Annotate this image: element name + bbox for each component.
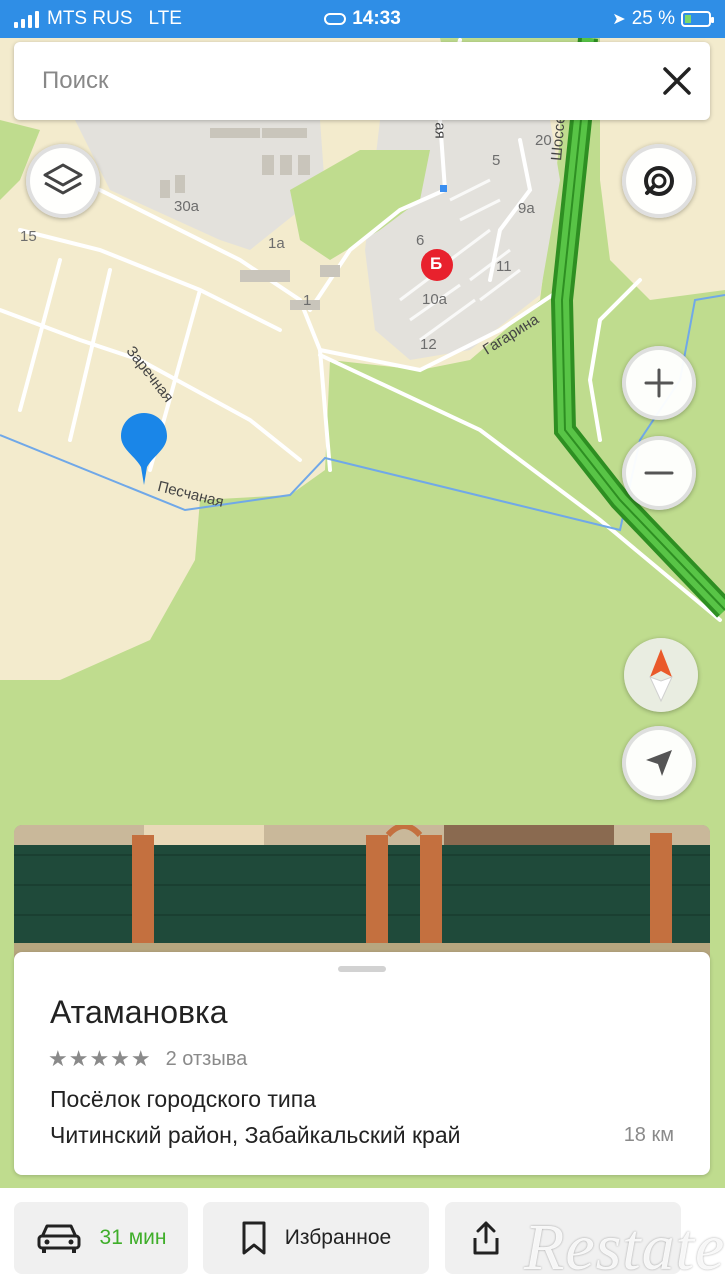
- favorites-button[interactable]: Избранное: [203, 1202, 429, 1274]
- house-number: 12: [420, 336, 437, 353]
- star-rating-icon: ★★★★★: [48, 1046, 152, 1071]
- location-pin-icon[interactable]: [119, 411, 169, 487]
- layers-button[interactable]: [26, 144, 100, 218]
- house-number: 9а: [518, 200, 535, 217]
- place-type: Посёлок городского типа: [50, 1086, 317, 1112]
- place-title: Атамановка: [50, 994, 228, 1030]
- fence-photo-image: [14, 825, 710, 965]
- hotspot-icon: [324, 12, 347, 25]
- car-icon: [37, 1224, 81, 1253]
- place-distance: 18 км: [623, 1124, 674, 1146]
- zoom-in-button[interactable]: [622, 346, 696, 420]
- route-button[interactable]: 31 мин: [14, 1202, 188, 1274]
- place-card[interactable]: Атамановка ★★★★★ 2 отзыва Посёлок городс…: [14, 952, 710, 1175]
- favorites-label: Избранное: [284, 1226, 392, 1249]
- house-number: 11: [496, 258, 512, 275]
- alice-icon: [644, 166, 674, 196]
- house-number: 30а: [174, 198, 200, 215]
- place-photo[interactable]: [14, 825, 710, 965]
- navigation-arrow-icon: [646, 750, 672, 776]
- house-number: 10а: [422, 291, 448, 308]
- search-input[interactable]: [14, 42, 634, 120]
- minus-icon: [644, 471, 674, 475]
- house-number: 1: [303, 292, 312, 309]
- search-bar[interactable]: [14, 42, 710, 120]
- place-region: Читинский район, Забайкальский край: [50, 1122, 461, 1148]
- zoom-out-button[interactable]: [622, 436, 696, 510]
- clock: 14:33: [352, 8, 401, 29]
- alice-voice-button[interactable]: [622, 144, 696, 218]
- house-number: 5: [492, 152, 501, 169]
- status-bar: MTS RUS LTE 14:33 ➤ 25 %: [0, 0, 725, 38]
- rating[interactable]: ★★★★★ 2 отзыва: [48, 1046, 247, 1072]
- battery-percent: 25 %: [631, 8, 675, 29]
- bookmark-icon: [242, 1221, 266, 1255]
- street-label: ая: [431, 122, 449, 139]
- close-icon[interactable]: [660, 64, 694, 98]
- house-number: 15: [20, 228, 37, 245]
- compass-icon: [649, 649, 673, 703]
- house-number: 6: [416, 232, 425, 249]
- layers-icon: [43, 163, 83, 195]
- compass-button[interactable]: [624, 638, 698, 712]
- plus-icon: [644, 368, 674, 398]
- share-icon: [473, 1221, 499, 1255]
- bus-stop-label: Б: [430, 254, 443, 273]
- drag-handle[interactable]: [338, 966, 386, 972]
- house-number: 1а: [268, 235, 285, 252]
- reviews-count[interactable]: 2 отзыва: [166, 1048, 248, 1071]
- route-time: 31 мин: [99, 1226, 167, 1249]
- my-location-button[interactable]: [622, 726, 696, 800]
- location-arrow-icon: ➤: [612, 11, 626, 28]
- battery-icon: [681, 11, 714, 27]
- watermark: Restate: [524, 1211, 725, 1284]
